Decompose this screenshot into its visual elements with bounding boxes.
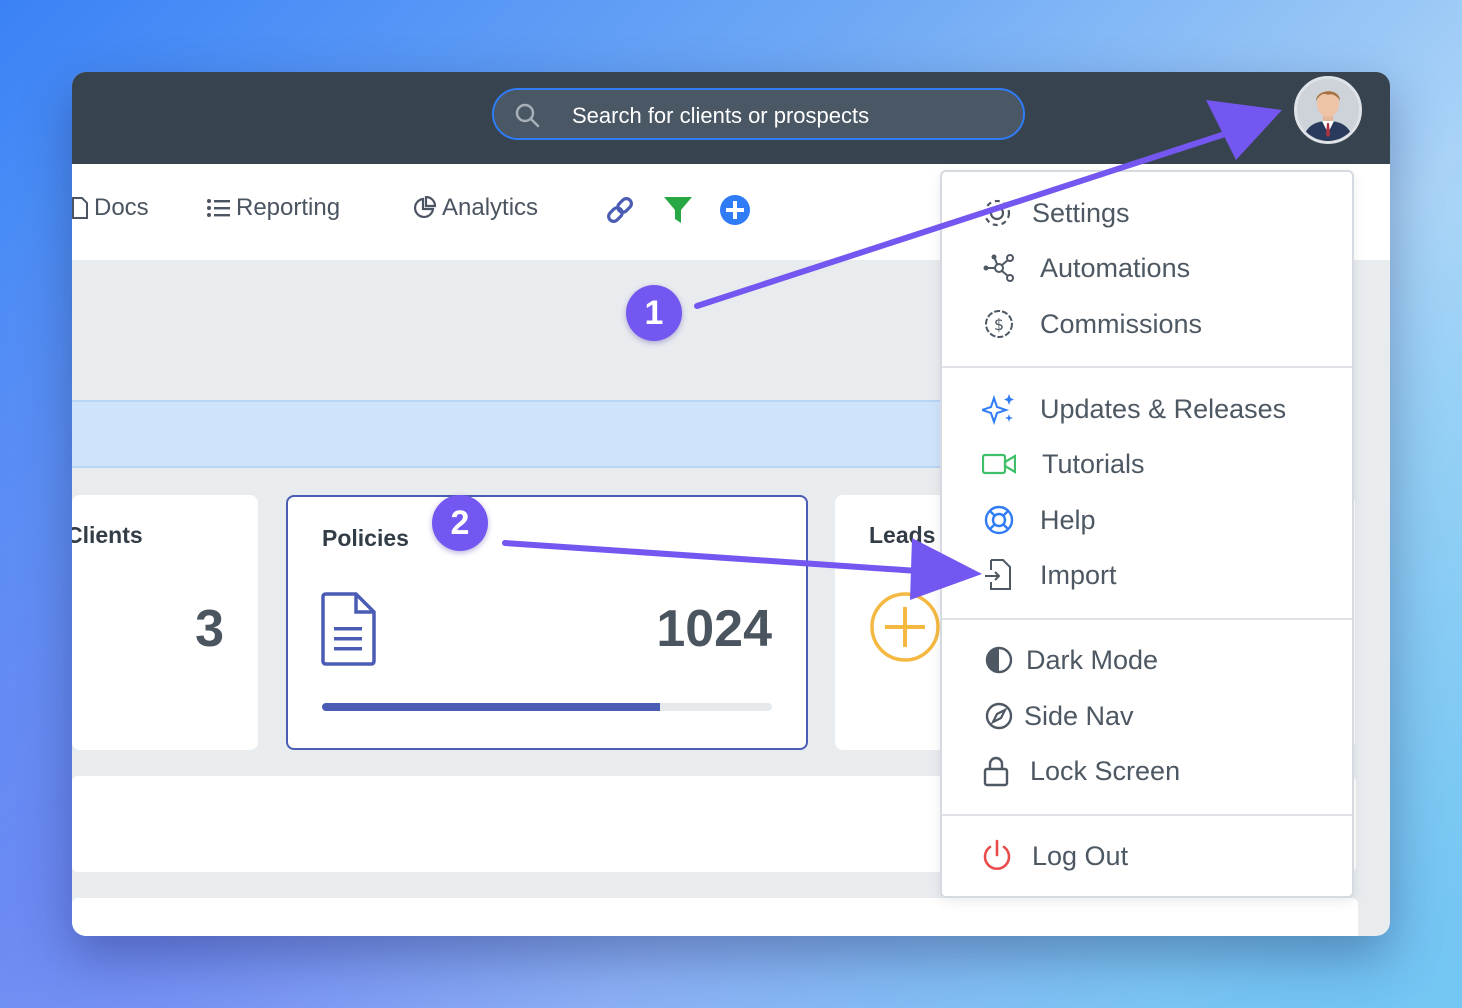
menu-item-lock-screen[interactable]: Lock Screen <box>942 746 1352 796</box>
search-placeholder: Search for clients or prospects <box>572 103 870 128</box>
menu-item-help[interactable]: Help <box>942 495 1352 545</box>
menu-label-commissions: Commissions <box>1040 308 1203 339</box>
menu-label-log-out: Log Out <box>1032 840 1129 871</box>
menu-label-dark-mode: Dark Mode <box>1026 644 1159 675</box>
policies-progress-fill <box>322 703 660 711</box>
menu-label-lock-screen: Lock Screen <box>1030 755 1181 786</box>
gear-icon <box>983 199 1011 227</box>
policies-count: 1024 <box>656 600 772 658</box>
info-banner <box>72 400 972 468</box>
power-icon <box>983 839 1011 870</box>
commissions-icon: $ <box>985 310 1013 338</box>
nav-analytics-label: Analytics <box>442 194 539 221</box>
search-input[interactable]: Search for clients or prospects <box>492 88 1025 140</box>
policies-title: Policies <box>322 525 409 551</box>
menu-label-automations: Automations <box>1040 252 1191 283</box>
policies-progress-track <box>322 703 772 711</box>
menu-item-updates[interactable]: Updates & Releases <box>942 384 1352 434</box>
half-circle-icon <box>985 646 1013 674</box>
menu-item-log-out[interactable]: Log Out <box>942 831 1352 881</box>
nav-reporting[interactable]: Reporting <box>206 194 340 222</box>
policies-card[interactable]: Policies 1024 <box>286 495 808 750</box>
app-window: Search for clients or prospects Docs Rep… <box>72 72 1390 936</box>
nav-docs-label: Docs <box>94 194 149 221</box>
menu-item-dark-mode[interactable]: Dark Mode <box>942 635 1352 685</box>
leads-title: Leads <box>869 522 936 548</box>
automations-icon <box>983 254 1014 282</box>
menu-item-automations[interactable]: Automations <box>942 243 1352 293</box>
document-icon <box>72 197 88 219</box>
top-bar: Search for clients or prospects <box>72 72 1390 164</box>
avatar-image <box>1297 79 1359 141</box>
menu-label-help: Help <box>1040 504 1096 535</box>
nav-reporting-label: Reporting <box>236 194 341 221</box>
menu-label-side-nav: Side Nav <box>1024 700 1134 731</box>
nav-analytics[interactable]: Analytics <box>412 194 538 222</box>
menu-item-settings[interactable]: Settings <box>942 188 1352 238</box>
filter-icon[interactable] <box>662 194 694 226</box>
svg-text:$: $ <box>994 315 1004 334</box>
menu-item-side-nav[interactable]: Side Nav <box>942 691 1352 741</box>
add-lead-icon[interactable] <box>869 591 941 663</box>
menu-divider <box>942 366 1352 368</box>
link-icon[interactable] <box>604 194 636 226</box>
menu-item-commissions[interactable]: $ Commissions <box>942 299 1352 349</box>
lifebuoy-icon <box>984 505 1014 535</box>
menu-item-tutorials[interactable]: Tutorials <box>942 439 1352 489</box>
menu-label-settings: Settings <box>1032 197 1130 228</box>
clients-count: 3 <box>195 600 224 658</box>
menu-divider <box>942 814 1352 816</box>
menu-label-tutorials: Tutorials <box>1042 448 1145 479</box>
sparkle-icon <box>982 394 1014 426</box>
compass-icon <box>985 702 1013 730</box>
clients-title: Clients <box>72 522 143 548</box>
user-avatar[interactable] <box>1294 76 1362 144</box>
file-import-icon <box>985 559 1011 590</box>
menu-label-updates: Updates & Releases <box>1040 393 1287 424</box>
menu-item-import[interactable]: Import <box>942 550 1352 600</box>
document-icon <box>321 592 376 666</box>
user-dropdown-menu: Settings Automations $ Commissions Updat… <box>940 170 1354 898</box>
nav-docs[interactable]: Docs <box>72 194 149 222</box>
pie-chart-icon <box>414 196 436 218</box>
content-panel-lower <box>72 898 1358 936</box>
lock-icon <box>983 756 1009 787</box>
step-badge-2: 2 <box>432 495 488 551</box>
list-icon <box>207 199 230 217</box>
step-badge-1: 1 <box>626 285 682 341</box>
menu-label-import: Import <box>1040 559 1117 590</box>
search-icon <box>515 103 540 128</box>
clients-card[interactable]: Clients 3 <box>72 495 258 750</box>
add-circle-icon[interactable] <box>719 194 751 226</box>
video-camera-icon <box>982 453 1016 475</box>
menu-divider <box>942 618 1352 620</box>
